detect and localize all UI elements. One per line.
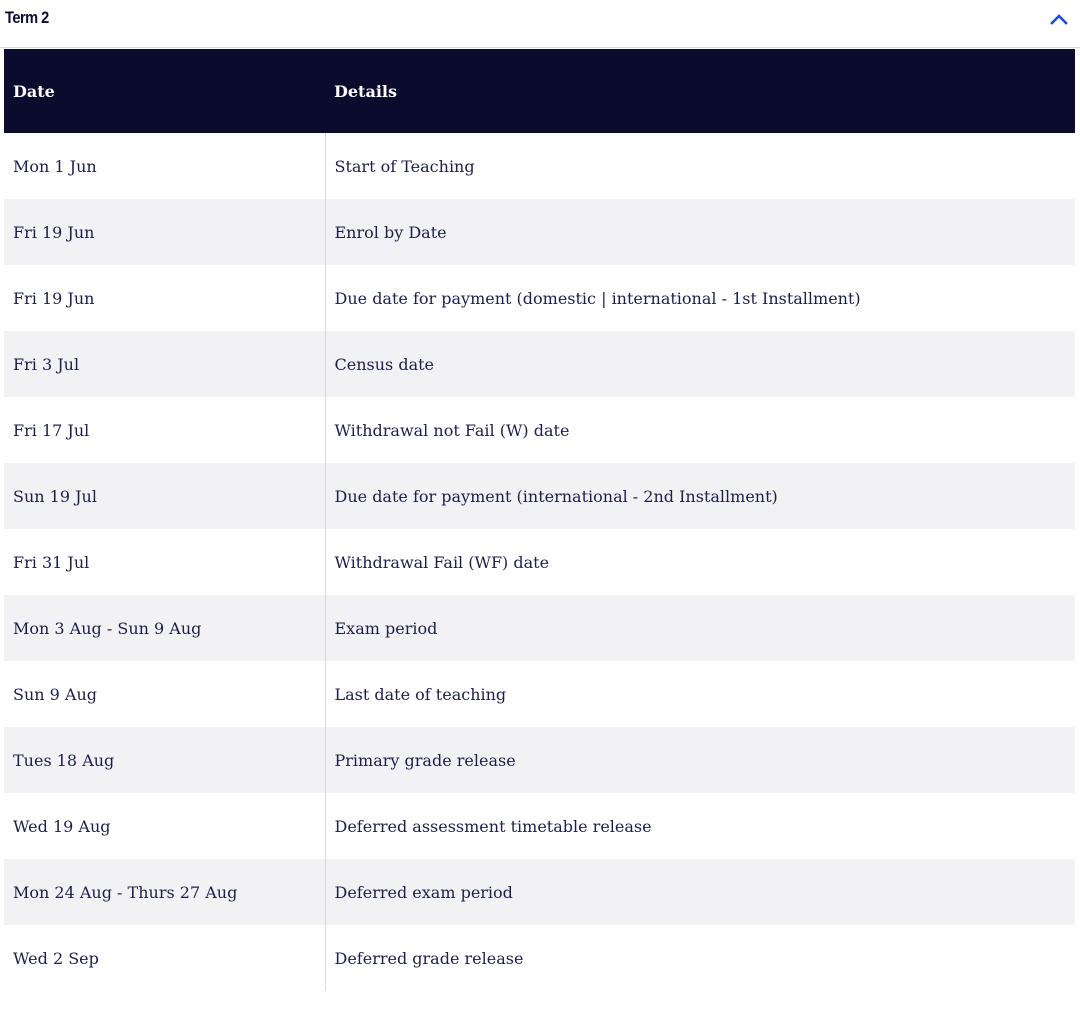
table-row: Sun 9 Aug Last date of teaching bbox=[4, 661, 1075, 727]
details-cell: Deferred exam period bbox=[334, 882, 513, 902]
table-row: Fri 3 Jul Census date bbox=[4, 331, 1075, 397]
table-row: Fri 31 Jul Withdrawal Fail (WF) date bbox=[4, 529, 1075, 595]
details-cell: Deferred grade release bbox=[334, 948, 524, 968]
details-cell: Withdrawal not Fail (W) date bbox=[334, 420, 570, 440]
table-header-row: Date Details bbox=[4, 49, 1075, 133]
table-row: Fri 17 Jul Withdrawal not Fail (W) date bbox=[4, 397, 1075, 463]
date-cell: Mon 24 Aug - Thurs 27 Aug bbox=[4, 859, 326, 925]
date-cell: Fri 19 Jun bbox=[4, 265, 326, 331]
date-cell: Fri 19 Jun bbox=[4, 199, 326, 265]
table-row: Mon 1 Jun Start of Teaching bbox=[4, 133, 1075, 199]
column-header-date: Date bbox=[13, 81, 55, 101]
column-header-details: Details bbox=[334, 81, 397, 101]
details-cell: Primary grade release bbox=[334, 750, 516, 770]
details-cell: Due date for payment (international - 2n… bbox=[334, 486, 778, 506]
term-2-accordion-header[interactable]: Term 2 bbox=[0, 0, 1080, 48]
chevron-up-icon bbox=[1050, 14, 1068, 25]
details-cell: Due date for payment (domestic | interna… bbox=[334, 288, 861, 308]
details-cell: Census date bbox=[334, 354, 435, 374]
date-cell: Fri 3 Jul bbox=[4, 331, 326, 397]
details-cell: Start of Teaching bbox=[334, 156, 475, 176]
date-cell: Fri 17 Jul bbox=[4, 397, 326, 463]
table-row: Mon 24 Aug - Thurs 27 Aug Deferred exam p… bbox=[4, 859, 1075, 925]
date-cell: Sun 9 Aug bbox=[4, 661, 326, 727]
date-cell: Fri 31 Jul bbox=[4, 529, 326, 595]
table-row: Mon 3 Aug - Sun 9 Aug Exam period bbox=[4, 595, 1075, 661]
table-row: Tues 18 Aug Primary grade release bbox=[4, 727, 1075, 793]
details-cell: Deferred assessment timetable release bbox=[334, 816, 652, 836]
table-row: Wed 2 Sep Deferred grade release bbox=[4, 925, 1075, 991]
table-row: Fri 19 Jun Enrol by Date bbox=[4, 199, 1075, 265]
details-cell: Last date of teaching bbox=[334, 684, 507, 704]
table-row: Fri 19 Jun Due date for payment (domestic… bbox=[4, 265, 1075, 331]
table-body: Mon 1 Jun Start of Teaching Fri 19 Jun Enro… bbox=[4, 133, 1075, 991]
table-row: Sun 19 Jul Due date for payment (internat… bbox=[4, 463, 1075, 529]
date-cell: Sun 19 Jul bbox=[4, 463, 326, 529]
date-cell: Wed 19 Aug bbox=[4, 793, 326, 859]
details-cell: Enrol by Date bbox=[334, 222, 447, 242]
date-cell: Tues 18 Aug bbox=[4, 727, 326, 793]
table-row: Wed 19 Aug Deferred assessment timetable … bbox=[4, 793, 1075, 859]
term-dates-table: Date Details Mon 1 Jun Start of Teaching F… bbox=[4, 49, 1075, 991]
collapse-toggle-button[interactable] bbox=[1046, 8, 1072, 30]
details-cell: Exam period bbox=[334, 618, 438, 638]
date-cell: Mon 1 Jun bbox=[4, 133, 326, 199]
date-cell: Wed 2 Sep bbox=[4, 925, 326, 991]
date-cell: Mon 3 Aug - Sun 9 Aug bbox=[4, 595, 326, 661]
term-dates-table-container: Date Details Mon 1 Jun Start of Teaching F… bbox=[4, 49, 1075, 991]
details-cell: Withdrawal Fail (WF) date bbox=[334, 552, 550, 572]
accordion-title: Term 2 bbox=[5, 8, 49, 27]
